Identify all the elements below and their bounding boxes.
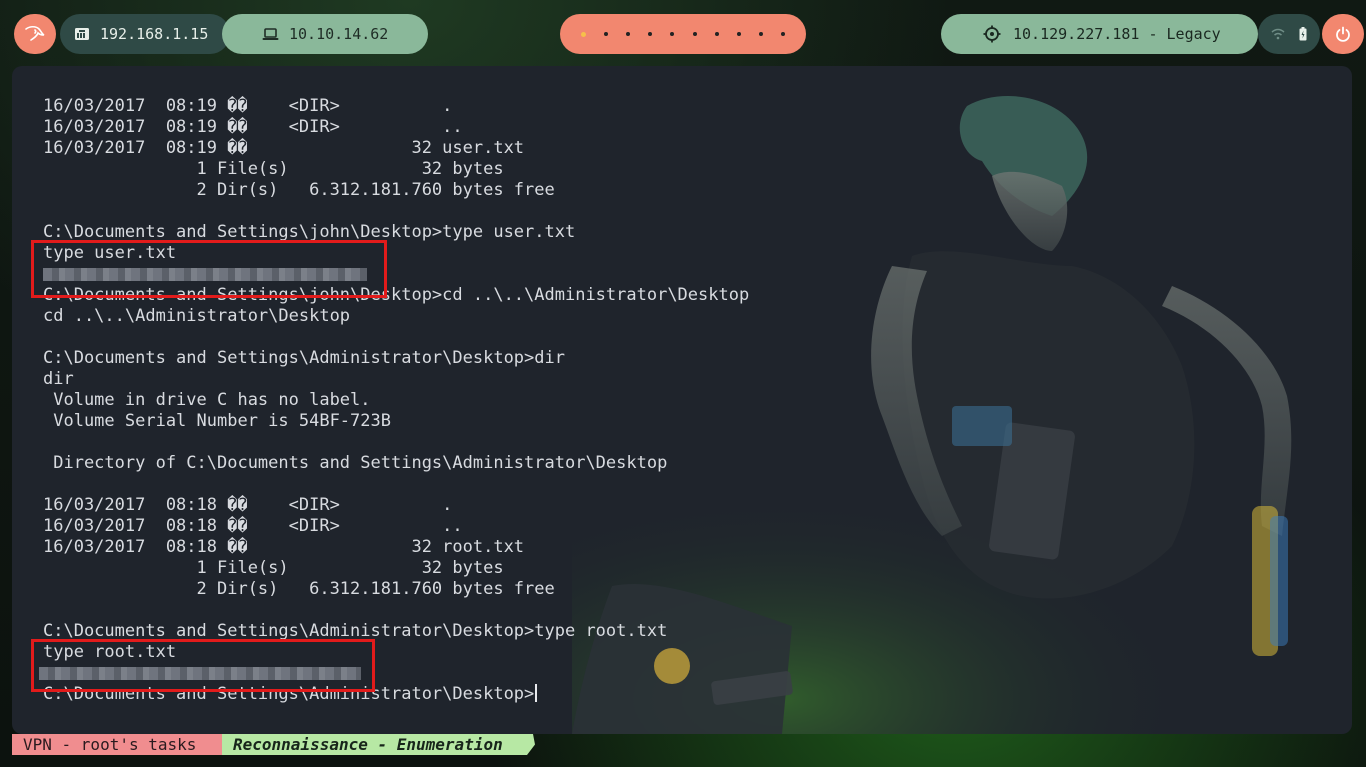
workspace-indicator-4[interactable] bbox=[648, 32, 653, 36]
kali-dragon-icon bbox=[24, 25, 46, 43]
workspace-indicator-10[interactable] bbox=[780, 32, 785, 36]
local-ip-indicator[interactable]: 192.168.1.15 bbox=[60, 14, 230, 54]
terminal-line: 2 Dir(s) 6.312.181.760 bytes free bbox=[43, 579, 1332, 600]
terminal-line-text: Directory of C:\Documents and Settings\A… bbox=[43, 453, 668, 473]
local-ip-text: 192.168.1.15 bbox=[100, 25, 209, 43]
laptop-icon bbox=[262, 27, 279, 41]
battery-icon[interactable] bbox=[1299, 27, 1307, 41]
terminal-line: Volume in drive C has no label. bbox=[43, 390, 1332, 411]
terminal-line: 16/03/2017 08:18 �� 32 root.txt bbox=[43, 537, 1332, 558]
workspace-indicator-6[interactable] bbox=[692, 32, 697, 36]
terminal-line: 16/03/2017 08:19 �� <DIR> .. bbox=[43, 117, 1332, 138]
terminal-line-text: Volume in drive C has no label. bbox=[43, 390, 371, 410]
terminal-line: dir bbox=[43, 369, 1332, 390]
workspace-indicator-9[interactable] bbox=[758, 32, 763, 36]
terminal-line-text: 2 Dir(s) 6.312.181.760 bytes free bbox=[43, 579, 555, 599]
terminal-line-text: 16/03/2017 08:19 �� <DIR> .. bbox=[43, 117, 463, 137]
terminal-line-text: 1 File(s) 32 bytes bbox=[43, 159, 504, 179]
kali-menu-button[interactable] bbox=[14, 14, 56, 54]
target-text: 10.129.227.181 - Legacy bbox=[1013, 25, 1221, 43]
terminal-line-text: C:\Documents and Settings\john\Desktop>t… bbox=[43, 222, 576, 242]
workspace-indicator-5[interactable] bbox=[670, 32, 675, 36]
terminal-line: Volume Serial Number is 54BF-723B bbox=[43, 411, 1332, 432]
network-icon[interactable] bbox=[1271, 28, 1285, 40]
terminal-line: Directory of C:\Documents and Settings\A… bbox=[43, 453, 1332, 474]
terminal-cursor bbox=[535, 684, 538, 702]
tmux-status-bar: VPN - root's tasks Reconnaissance - Enum… bbox=[12, 734, 1352, 755]
tmux-session-label[interactable]: VPN - root's tasks bbox=[12, 734, 222, 755]
vpn-ip-indicator[interactable]: 10.10.14.62 bbox=[222, 14, 428, 54]
workspace-indicator-2[interactable] bbox=[604, 32, 609, 36]
terminal-line: 1 File(s) 32 bytes bbox=[43, 558, 1332, 579]
target-indicator[interactable]: 10.129.227.181 - Legacy bbox=[941, 14, 1258, 54]
terminal-line-text: Volume Serial Number is 54BF-723B bbox=[43, 411, 391, 431]
workspace-indicator-1[interactable] bbox=[581, 31, 587, 37]
crosshair-icon bbox=[983, 25, 1001, 43]
power-button[interactable] bbox=[1322, 14, 1364, 54]
terminal-line: 16/03/2017 08:18 �� <DIR> . bbox=[43, 495, 1332, 516]
terminal-line: 1 File(s) 32 bytes bbox=[43, 159, 1332, 180]
terminal-line: 16/03/2017 08:19 �� 32 user.txt bbox=[43, 138, 1332, 159]
terminal-line-text: 16/03/2017 08:19 �� <DIR> . bbox=[43, 96, 453, 116]
workspace-indicator-8[interactable] bbox=[736, 32, 741, 36]
system-tray bbox=[1258, 14, 1320, 54]
ethernet-icon bbox=[74, 27, 90, 41]
terminal-line-text: dir bbox=[43, 369, 74, 389]
terminal-line-text: 2 Dir(s) 6.312.181.760 bytes free bbox=[43, 180, 555, 200]
top-bar: 192.168.1.15 10.10.14.62 10.129.227.181 … bbox=[0, 14, 1366, 54]
terminal-line: 16/03/2017 08:19 �� <DIR> . bbox=[43, 96, 1332, 117]
workspace-indicator-3[interactable] bbox=[626, 32, 631, 36]
terminal-line-text: 16/03/2017 08:18 �� 32 root.txt bbox=[43, 537, 525, 557]
terminal-line-text: 16/03/2017 08:18 �� <DIR> .. bbox=[43, 516, 463, 536]
terminal-window[interactable]: 16/03/2017 08:19 �� <DIR> . 16/03/2017 08… bbox=[12, 66, 1352, 734]
terminal-line-text: 1 File(s) 32 bytes bbox=[43, 558, 504, 578]
tmux-window-label[interactable]: Reconnaissance - Enumeration bbox=[222, 734, 535, 755]
terminal-line: cd ..\..\Administrator\Desktop bbox=[43, 306, 1332, 327]
vpn-ip-text: 10.10.14.62 bbox=[289, 25, 389, 43]
terminal-line: 2 Dir(s) 6.312.181.760 bytes free bbox=[43, 180, 1332, 201]
power-icon bbox=[1335, 26, 1351, 42]
highlight-box-root-flag bbox=[31, 639, 375, 692]
terminal-line-text: C:\Documents and Settings\Administrator\… bbox=[43, 348, 565, 368]
workspace-switcher bbox=[560, 14, 806, 54]
terminal-line: C:\Documents and Settings\Administrator\… bbox=[43, 348, 1332, 369]
terminal-line-text: 16/03/2017 08:19 �� 32 user.txt bbox=[43, 138, 525, 158]
terminal-line-text: 16/03/2017 08:18 �� <DIR> . bbox=[43, 495, 453, 515]
workspace-indicator-7[interactable] bbox=[714, 32, 719, 36]
highlight-box-user-flag bbox=[31, 240, 387, 298]
terminal-line-text: C:\Documents and Settings\Administrator\… bbox=[43, 621, 668, 641]
terminal-line: 16/03/2017 08:18 �� <DIR> .. bbox=[43, 516, 1332, 537]
terminal-output: 16/03/2017 08:19 �� <DIR> . 16/03/2017 08… bbox=[39, 96, 1332, 705]
terminal-line-text: cd ..\..\Administrator\Desktop bbox=[43, 306, 351, 326]
